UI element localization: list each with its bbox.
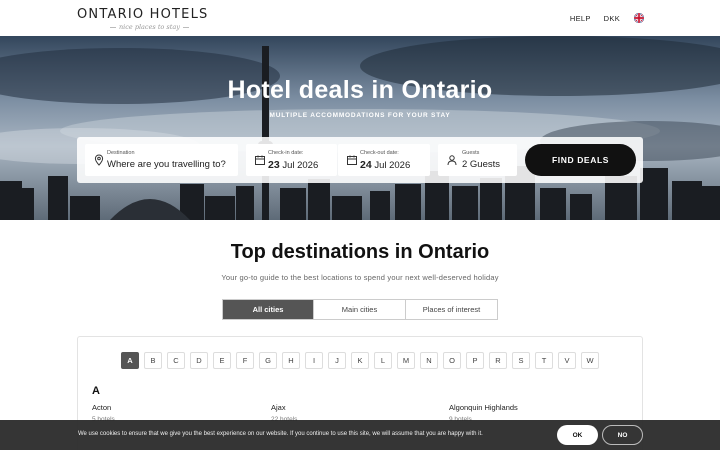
section-subtitle: Your go-to guide to the best locations t… xyxy=(221,273,499,282)
checkin-field[interactable]: Check-in date: 23 Jul 2026 xyxy=(246,144,337,176)
letter-n[interactable]: N xyxy=(420,352,438,369)
cookie-no-button[interactable]: NO xyxy=(602,425,643,445)
top-nav: HELP DKK xyxy=(570,13,644,23)
site-header: ONTARIO HOTELS nice places to stay HELP … xyxy=(0,0,720,36)
destination-tabs: All cities Main cities Places of interes… xyxy=(222,299,498,320)
destination-input[interactable]: Where are you travelling to? xyxy=(107,159,226,170)
city-skyline-image xyxy=(0,36,720,220)
checkout-value: 24 Jul 2026 xyxy=(360,159,410,171)
letter-b[interactable]: B xyxy=(144,352,162,369)
calendar-icon xyxy=(347,155,357,165)
uk-flag-icon[interactable] xyxy=(634,13,644,23)
cookie-banner: We use cookies to ensure that we give yo… xyxy=(0,420,720,450)
person-icon xyxy=(447,155,457,166)
tab-all-cities[interactable]: All cities xyxy=(223,300,314,319)
letter-v[interactable]: V xyxy=(558,352,576,369)
calendar-icon xyxy=(255,155,265,165)
letter-i[interactable]: I xyxy=(305,352,323,369)
city-link-acton[interactable]: Acton xyxy=(92,403,111,412)
letter-w[interactable]: W xyxy=(581,352,599,369)
letter-c[interactable]: C xyxy=(167,352,185,369)
logo-tagline: nice places to stay xyxy=(77,23,208,31)
letter-k[interactable]: K xyxy=(351,352,369,369)
letter-d[interactable]: D xyxy=(190,352,208,369)
letter-g[interactable]: G xyxy=(259,352,277,369)
site-logo[interactable]: ONTARIO HOTELS nice places to stay xyxy=(77,7,208,31)
letter-l[interactable]: L xyxy=(374,352,392,369)
alphabet-filter: A B C D E F G H I J K L M N O P R S T V … xyxy=(121,352,599,369)
cookie-ok-button[interactable]: OK xyxy=(557,425,598,445)
checkout-day: 24 xyxy=(360,159,372,171)
checkout-field[interactable]: Check-out date: 24 Jul 2026 xyxy=(338,144,430,176)
letter-j[interactable]: J xyxy=(328,352,346,369)
checkin-month: Jul 2026 xyxy=(282,160,319,171)
tab-main-cities[interactable]: Main cities xyxy=(314,300,406,319)
checkin-value: 23 Jul 2026 xyxy=(268,159,318,171)
city-link-ajax[interactable]: Ajax xyxy=(271,403,286,412)
letter-m[interactable]: M xyxy=(397,352,415,369)
checkin-day: 23 xyxy=(268,159,280,171)
city-link-algonquin-highlands[interactable]: Algonquin Highlands xyxy=(449,403,518,412)
letter-s[interactable]: S xyxy=(512,352,530,369)
logo-name: ONTARIO HOTELS xyxy=(77,7,209,22)
guests-label: Guests xyxy=(462,150,480,156)
letter-h[interactable]: H xyxy=(282,352,300,369)
guests-value: 2 Guests xyxy=(462,159,501,170)
hero-subtitle: MULTIPLE ACCOMMODATIONS FOR YOUR STAY xyxy=(269,112,451,119)
search-bar: Destination Where are you travelling to?… xyxy=(77,137,643,183)
letter-a[interactable]: A xyxy=(121,352,139,369)
letter-p[interactable]: P xyxy=(466,352,484,369)
section-title: Top destinations in Ontario xyxy=(230,241,490,263)
location-pin-icon xyxy=(94,154,104,166)
checkin-label: Check-in date: xyxy=(268,150,304,156)
letter-r[interactable]: R xyxy=(489,352,507,369)
checkout-label: Check-out date: xyxy=(360,150,399,156)
find-deals-button[interactable]: FIND DEALS xyxy=(525,144,636,176)
letter-f[interactable]: F xyxy=(236,352,254,369)
currency-selector[interactable]: DKK xyxy=(604,14,620,23)
letter-t[interactable]: T xyxy=(535,352,553,369)
hero-title: Hotel deals in Ontario xyxy=(227,76,493,104)
letter-o[interactable]: O xyxy=(443,352,461,369)
checkout-month: Jul 2026 xyxy=(374,160,411,171)
tab-places-of-interest[interactable]: Places of interest xyxy=(406,300,497,319)
group-heading: A xyxy=(92,385,100,397)
destination-label: Destination xyxy=(107,150,135,156)
destination-field[interactable]: Destination Where are you travelling to? xyxy=(85,144,238,176)
cookie-message: We use cookies to ensure that we give yo… xyxy=(78,431,483,437)
hero-banner: Hotel deals in Ontario MULTIPLE ACCOMMOD… xyxy=(0,36,720,220)
letter-e[interactable]: E xyxy=(213,352,231,369)
help-link[interactable]: HELP xyxy=(570,14,591,23)
guests-field[interactable]: Guests 2 Guests xyxy=(438,144,517,176)
